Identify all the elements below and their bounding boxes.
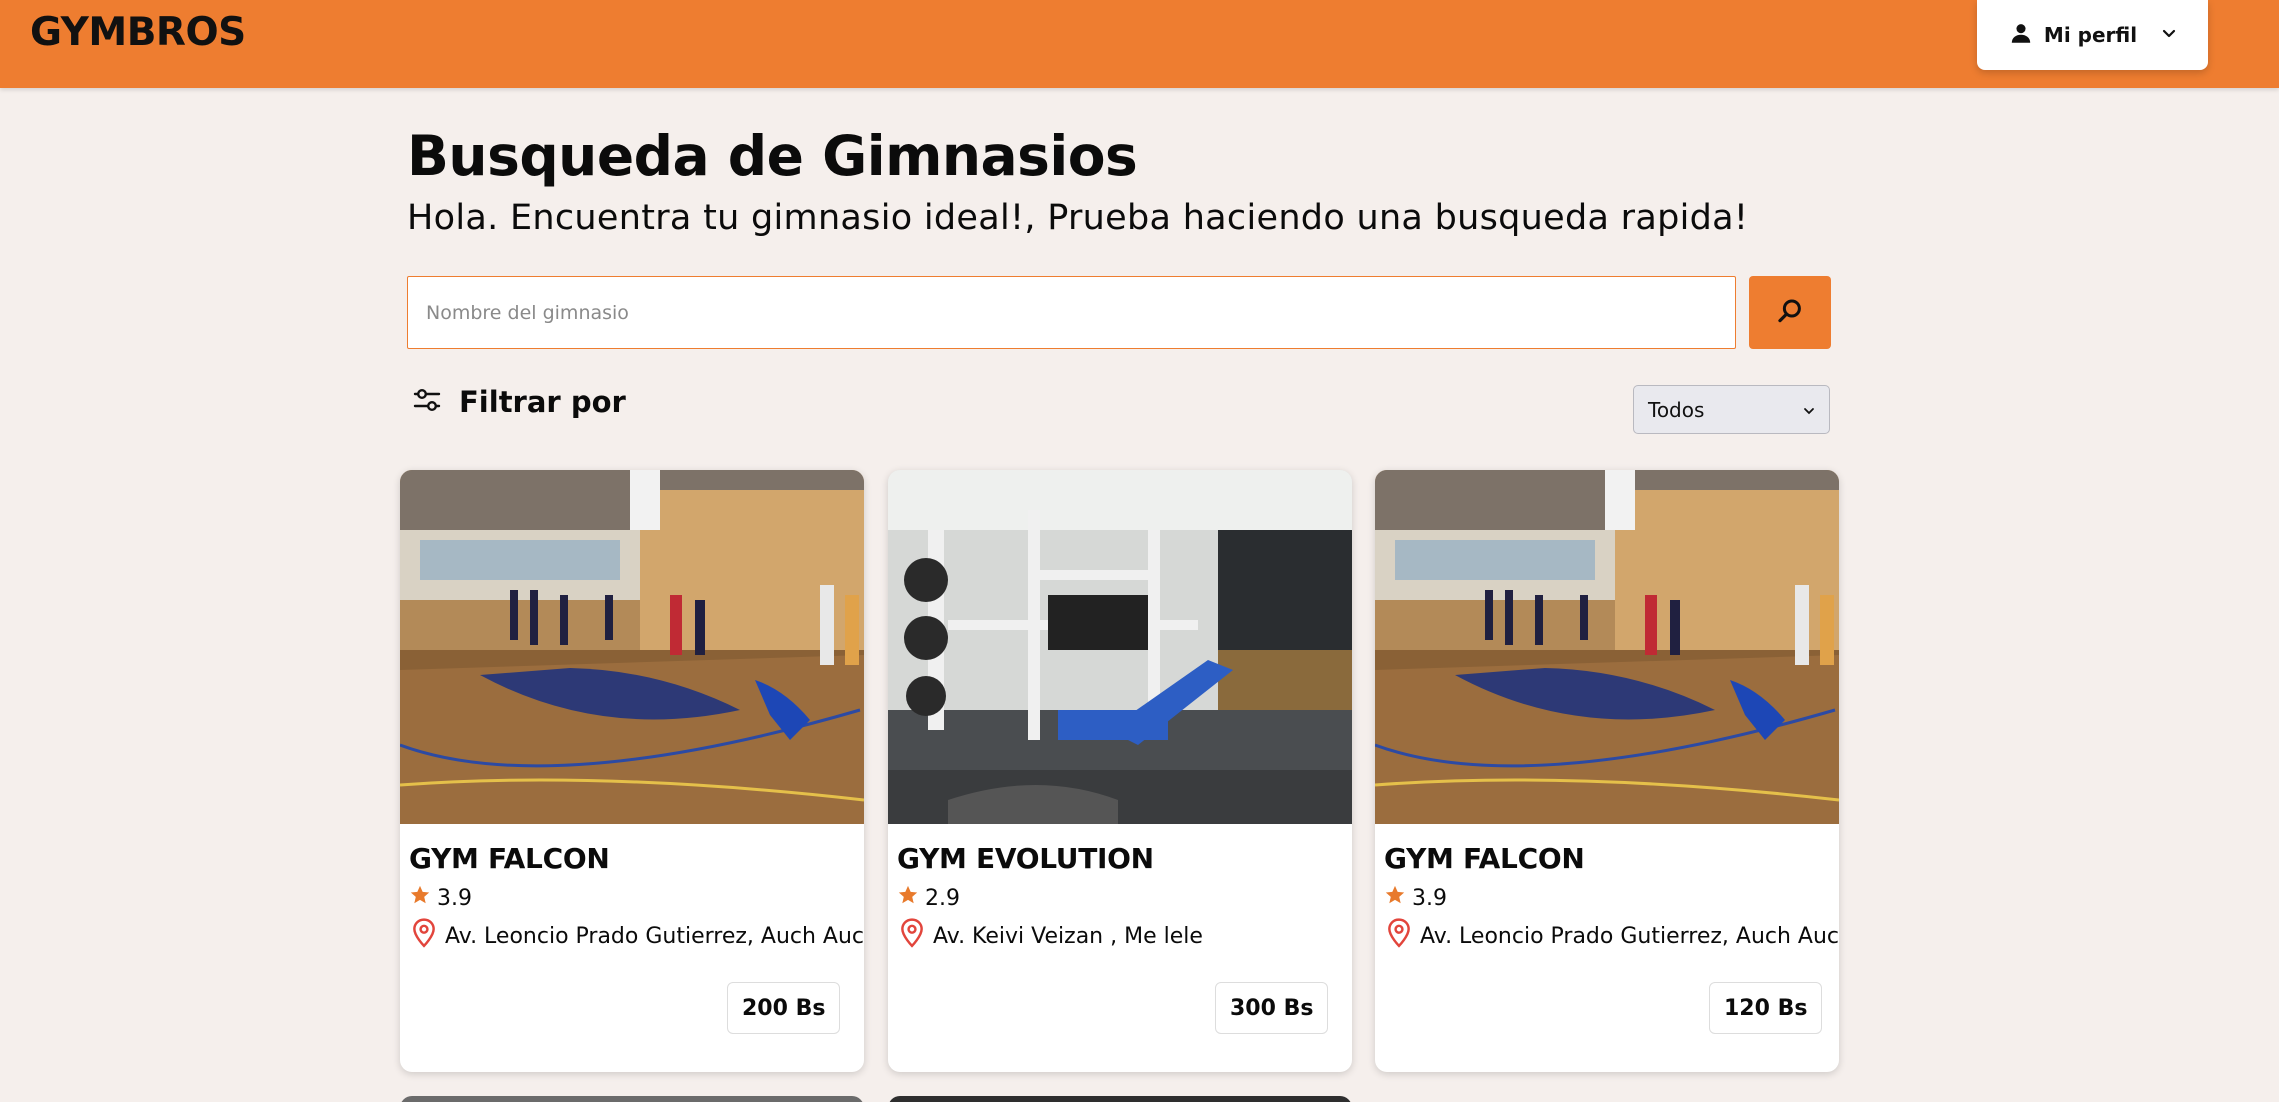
- gym-card-partial[interactable]: [400, 1096, 864, 1102]
- gym-rating-value: 3.9: [1412, 885, 1447, 911]
- user-icon: [2008, 20, 2034, 50]
- search-icon: [1775, 296, 1805, 329]
- page-title: Busqueda de Gimnasios: [407, 124, 1138, 188]
- gym-rating-value: 3.9: [437, 885, 472, 911]
- gym-rating: 2.9: [897, 884, 960, 912]
- top-navbar: GYMBROS Mi perfil: [0, 0, 2279, 88]
- chevron-down-icon: [1803, 398, 1815, 422]
- gym-address: Av. Keivi Veizan , Me lele: [899, 918, 1203, 954]
- sliders-icon: [411, 384, 443, 420]
- gym-rating: 3.9: [1384, 884, 1447, 912]
- gym-price: 200 Bs: [727, 982, 841, 1034]
- location-pin-icon: [899, 918, 925, 954]
- gym-name: GYM FALCON: [1384, 842, 1585, 875]
- gym-rating-value: 2.9: [925, 885, 960, 911]
- gym-address-text: Av. Leoncio Prado Gutierrez, Auch Auch: [1420, 923, 1839, 949]
- chevron-down-icon: [2161, 25, 2177, 45]
- gym-photo: [888, 470, 1352, 824]
- location-pin-icon: [411, 918, 437, 954]
- search-input[interactable]: [407, 276, 1736, 349]
- brand-logo[interactable]: GYMBROS: [30, 10, 246, 55]
- gym-address: Av. Leoncio Prado Gutierrez, Auch Auch: [1386, 918, 1839, 954]
- gym-name: GYM FALCON: [409, 842, 610, 875]
- gym-card[interactable]: GYM FALCON 3.9 Av. Leoncio Prado Gutierr…: [1375, 470, 1839, 1072]
- search-button[interactable]: [1749, 276, 1831, 349]
- star-icon: [897, 884, 919, 912]
- profile-menu-button[interactable]: Mi perfil: [1977, 0, 2208, 70]
- filter-select[interactable]: Todos: [1633, 385, 1830, 434]
- filter-selected-value: Todos: [1648, 397, 1705, 422]
- gym-price: 300 Bs: [1215, 982, 1329, 1034]
- gym-price: 120 Bs: [1709, 982, 1823, 1034]
- gym-address: Av. Leoncio Prado Gutierrez, Auch Auch: [411, 918, 864, 954]
- filter-toggle[interactable]: Filtrar por: [411, 384, 626, 420]
- gym-photo: [1375, 470, 1839, 824]
- gym-name: GYM EVOLUTION: [897, 842, 1154, 875]
- profile-label: Mi perfil: [2043, 23, 2138, 47]
- gym-rating: 3.9: [409, 884, 472, 912]
- star-icon: [409, 884, 431, 912]
- star-icon: [1384, 884, 1406, 912]
- location-pin-icon: [1386, 918, 1412, 954]
- gym-card-partial[interactable]: [888, 1096, 1352, 1102]
- gym-photo: [400, 470, 864, 824]
- gym-card[interactable]: GYM EVOLUTION 2.9 Av. Keivi Veizan , Me …: [888, 470, 1352, 1072]
- gym-address-text: Av. Keivi Veizan , Me lele: [933, 923, 1203, 949]
- gym-card[interactable]: GYM FALCON 3.9 Av. Leoncio Prado Gutierr…: [400, 470, 864, 1072]
- page-subtitle: Hola. Encuentra tu gimnasio ideal!, Prue…: [407, 198, 1749, 238]
- gym-address-text: Av. Leoncio Prado Gutierrez, Auch Auch: [445, 923, 864, 949]
- filter-label: Filtrar por: [459, 385, 626, 419]
